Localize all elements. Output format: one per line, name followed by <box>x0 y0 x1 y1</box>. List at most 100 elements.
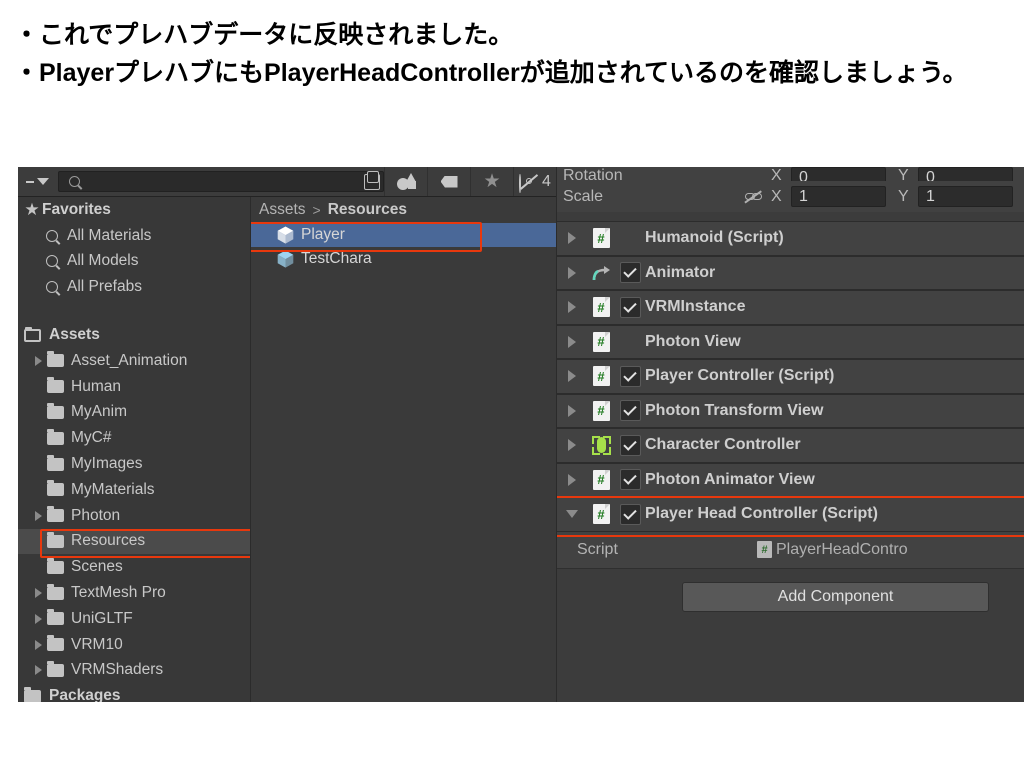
script-object-field[interactable]: # PlayerHeadContro <box>757 541 908 559</box>
sidebar-item-scenes[interactable]: Scenes <box>18 554 250 580</box>
project-tree-sidebar[interactable]: ★ Favorites All Materials All Models All… <box>18 197 250 702</box>
filter-by-label-button[interactable] <box>427 167 470 196</box>
sidebar-item-label: All Models <box>67 252 139 270</box>
sidebar-item-label: Photon <box>71 506 121 524</box>
chevron-right-icon[interactable] <box>557 232 587 245</box>
chevron-right-icon[interactable] <box>557 439 587 452</box>
rotation-y-field[interactable]: 0 <box>918 167 1013 181</box>
chevron-right-icon[interactable] <box>557 335 587 348</box>
hidden-assets-toggle[interactable]: 4 <box>513 167 556 196</box>
rotation-x-field[interactable]: 0 <box>791 167 886 181</box>
cs-script-icon: # <box>587 469 615 490</box>
sidebar-item-label: MyC# <box>71 429 112 447</box>
add-component-button[interactable]: Add Component <box>682 581 989 612</box>
disclosure-triangle-icon[interactable] <box>30 639 47 650</box>
disclosure-triangle-icon[interactable] <box>30 510 47 521</box>
favorites-label: Favorites <box>42 200 111 218</box>
transform-scale-row[interactable]: Scale X 1 Y 1 <box>557 181 1024 212</box>
sidebar-item-myanim[interactable]: MyAnim <box>18 400 250 426</box>
rotation-label: Rotation <box>563 167 623 181</box>
component-row[interactable]: # Humanoid (Script) <box>557 221 1024 256</box>
disclosure-triangle-icon[interactable] <box>30 355 47 366</box>
disclosure-triangle-icon[interactable] <box>30 613 47 624</box>
breadcrumb-root[interactable]: Assets <box>259 201 306 219</box>
chevron-down-icon[interactable] <box>557 510 587 519</box>
component-row[interactable]: # Photon View <box>557 324 1024 359</box>
chevron-right-icon[interactable] <box>557 370 587 383</box>
component-row[interactable]: # VRMInstance <box>557 290 1024 325</box>
component-row[interactable]: # Player Head Controller (Script) <box>557 497 1024 532</box>
cs-script-icon: # <box>587 400 615 421</box>
sidebar-item-all-prefabs[interactable]: All Prefabs <box>18 274 250 300</box>
script-property-label: Script <box>577 540 618 558</box>
expand-search-icon[interactable] <box>362 170 382 192</box>
sidebar-item-asset-animation[interactable]: Asset_Animation <box>18 348 250 374</box>
asset-item-player[interactable]: Player <box>251 223 557 247</box>
filter-by-type-button[interactable] <box>384 167 427 196</box>
assets-label: Assets <box>49 326 100 344</box>
rotation-y-axis-label: Y <box>898 167 909 181</box>
sidebar-item-photon[interactable]: Photon <box>18 503 250 529</box>
chevron-right-icon[interactable] <box>557 473 587 486</box>
packages-label: Packages <box>49 687 121 702</box>
caption-line-1: ・これでプレハブデータに反映されました。 <box>14 21 514 49</box>
rotation-x-axis-label: X <box>771 167 782 181</box>
sidebar-item-myc-[interactable]: MyC# <box>18 425 250 451</box>
disclosure-triangle-icon[interactable] <box>30 588 47 599</box>
sidebar-section-assets[interactable]: Assets <box>18 322 250 348</box>
sidebar-section-packages[interactable]: Packages <box>18 683 250 702</box>
component-enabled-checkbox[interactable] <box>615 262 645 284</box>
breadcrumb-current[interactable]: Resources <box>328 201 407 219</box>
scale-x-field[interactable]: 1 <box>791 186 886 207</box>
sidebar-section-favorites[interactable]: ★ Favorites <box>18 197 250 223</box>
caption-text-block: ・これでプレハブデータに反映されました。 ・PlayerプレハブにもPlayer… <box>0 0 1024 164</box>
sidebar-item-vrm10[interactable]: VRM10 <box>18 632 250 658</box>
component-enabled-checkbox[interactable] <box>615 400 645 422</box>
component-enabled-checkbox[interactable] <box>615 365 645 387</box>
chevron-down-icon <box>36 178 49 185</box>
sidebar-item-human[interactable]: Human <box>18 374 250 400</box>
component-row[interactable]: # Photon Transform View <box>557 393 1024 428</box>
caption-line-2: ・PlayerプレハブにもPlayerHeadControllerが追加されてい… <box>14 59 968 87</box>
chevron-right-icon[interactable] <box>557 404 587 417</box>
component-enabled-checkbox[interactable] <box>615 434 645 456</box>
component-enabled-checkbox[interactable] <box>615 469 645 491</box>
component-enabled-checkbox[interactable] <box>615 503 645 525</box>
component-enabled-checkbox[interactable] <box>615 296 645 318</box>
star-icon: ★ <box>483 171 501 192</box>
sidebar-item-label: Asset_Animation <box>71 351 188 369</box>
scale-x-axis-label: X <box>771 187 782 205</box>
sidebar-item-all-materials[interactable]: All Materials <box>18 223 250 249</box>
transform-rotation-row[interactable]: Rotation X 0 Y 0 <box>557 167 1024 181</box>
asset-item-testchara[interactable]: TestChara <box>251 247 557 271</box>
breadcrumb[interactable]: Assets > Resources <box>251 197 557 223</box>
sidebar-item-resources[interactable]: Resources <box>18 528 250 555</box>
sidebar-item-vrmshaders[interactable]: VRMShaders <box>18 658 250 684</box>
link-off-icon[interactable] <box>743 188 771 206</box>
script-property-row[interactable]: Script # PlayerHeadContro <box>557 531 1024 569</box>
scale-y-field[interactable]: 1 <box>918 186 1013 207</box>
sidebar-item-label: VRM10 <box>71 635 123 653</box>
component-row[interactable]: Animator <box>557 255 1024 290</box>
chevron-right-icon[interactable] <box>557 266 587 279</box>
component-name-label: Photon Transform View <box>645 401 824 419</box>
search-field[interactable] <box>58 170 384 192</box>
search-icon <box>69 176 80 187</box>
sidebar-item-all-models[interactable]: All Models <box>18 249 250 275</box>
favorites-filter-button[interactable]: ★ <box>470 167 513 196</box>
sidebar-item-textmesh-pro[interactable]: TextMesh Pro <box>18 580 250 606</box>
folder-icon <box>47 402 64 419</box>
folder-icon <box>47 531 64 548</box>
component-row[interactable]: # Photon Animator View <box>557 462 1024 497</box>
scale-label: Scale <box>563 187 604 205</box>
create-dropdown-button[interactable] <box>18 167 56 196</box>
inspector-panel[interactable]: Rotation X 0 Y 0 Scale X 1 Y 1 # Humanoid… <box>556 167 1024 702</box>
disclosure-triangle-icon[interactable] <box>30 665 47 676</box>
component-row[interactable]: Character Controller <box>557 428 1024 463</box>
chevron-right-icon[interactable] <box>557 301 587 314</box>
sidebar-item-myimages[interactable]: MyImages <box>18 451 250 477</box>
component-row[interactable]: # Player Controller (Script) <box>557 359 1024 394</box>
assets-list-panel[interactable]: Assets > Resources Player TestChara <box>250 197 557 702</box>
sidebar-item-mymaterials[interactable]: MyMaterials <box>18 477 250 503</box>
sidebar-item-unigltf[interactable]: UniGLTF <box>18 606 250 632</box>
